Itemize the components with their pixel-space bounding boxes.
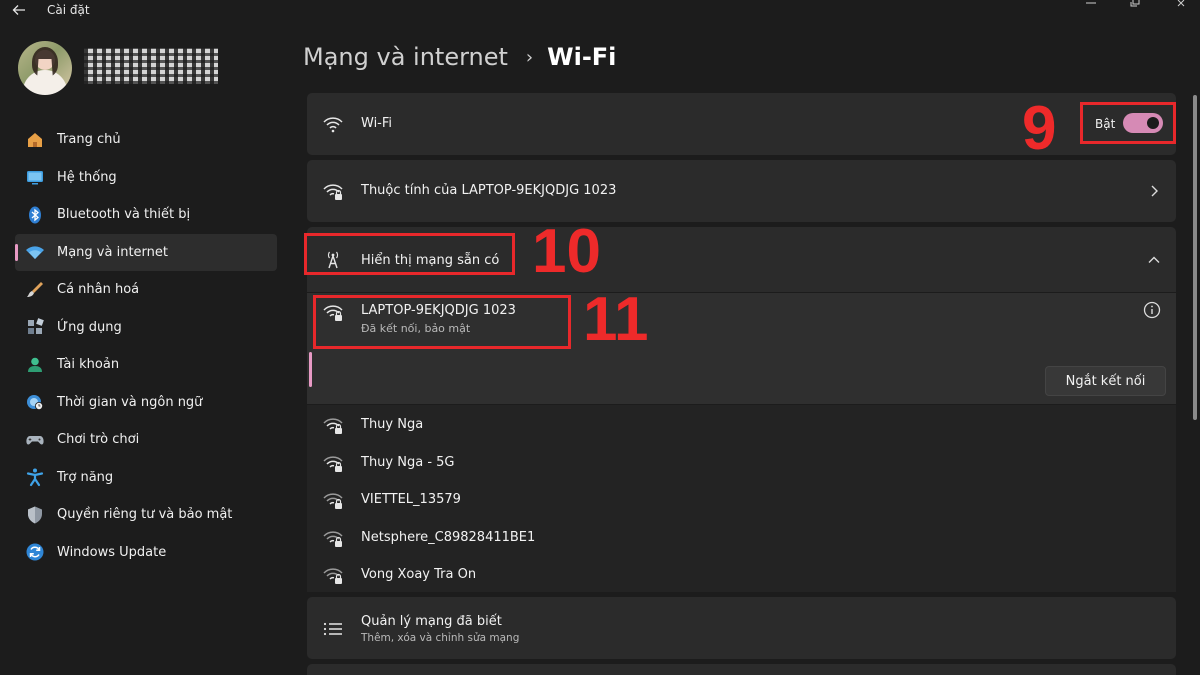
sidebar-item-apps[interactable]: Ứng dụng — [15, 309, 277, 347]
sidebar-item-personalization[interactable]: Cá nhân hoá — [15, 271, 277, 309]
sidebar-item-home[interactable]: Trang chủ — [15, 121, 277, 159]
sidebar-item-label: Cá nhân hoá — [57, 282, 140, 298]
sidebar-item-label: Thời gian và ngôn ngữ — [57, 394, 203, 410]
network-list-item[interactable]: Vong Xoay Tra On — [307, 556, 1176, 593]
user-avatar[interactable] — [18, 41, 72, 95]
sidebar-item-time-language[interactable]: Thời gian và ngôn ngữ — [15, 384, 277, 422]
person-icon — [24, 354, 46, 376]
chevron-right-icon — [1151, 185, 1158, 197]
accessibility-icon — [24, 466, 46, 488]
annotation-box-toggle — [1080, 102, 1176, 144]
sidebar-item-windows-update[interactable]: Windows Update — [15, 534, 277, 572]
wifi-secure-icon — [323, 568, 343, 584]
sidebar-nav: Trang chủ Hệ thống Bluetooth và thiết bị… — [15, 121, 277, 571]
wifi-icon — [323, 117, 343, 133]
sidebar-item-gaming[interactable]: Chơi trò chơi — [15, 421, 277, 459]
app-title: Cài đặt — [47, 3, 90, 17]
network-list-item[interactable]: Netsphere_C89828411BE1 — [307, 519, 1176, 556]
sidebar-item-label: Trang chủ — [57, 132, 121, 148]
update-icon — [24, 541, 46, 563]
sidebar-item-label: Hệ thống — [57, 169, 117, 185]
sidebar-item-accessibility[interactable]: Trợ năng — [15, 459, 277, 497]
monitor-icon — [24, 166, 46, 188]
selected-indicator — [309, 352, 312, 387]
title-bar: Cài đặt — [0, 0, 1200, 22]
sidebar-item-label: Bluetooth và thiết bị — [57, 207, 191, 223]
network-list-item[interactable]: VIETTEL_13579 — [307, 481, 1176, 518]
maximize-button[interactable] — [1130, 0, 1150, 10]
known-networks-sublabel: Thêm, xóa và chỉnh sửa mạng — [361, 632, 520, 644]
next-settings-card[interactable] — [307, 664, 1176, 675]
sidebar-item-label: Mạng và internet — [57, 244, 168, 260]
wifi-secure-icon — [323, 418, 343, 434]
sidebar-item-label: Chơi trò chơi — [57, 432, 140, 448]
manage-known-networks-card[interactable]: Quản lý mạng đã biết Thêm, xóa và chỉnh … — [307, 597, 1176, 659]
back-button[interactable] — [12, 0, 32, 20]
wifi-secure-icon — [323, 456, 343, 472]
brush-icon — [24, 279, 46, 301]
annotation-number-available: 10 — [532, 217, 601, 286]
wifi-properties-card[interactable]: Thuộc tính của LAPTOP-9EKJQDJG 1023 — [307, 160, 1176, 222]
sidebar-item-label: Quyền riêng tư và bảo mật — [57, 507, 233, 523]
sidebar-item-accounts[interactable]: Tài khoản — [15, 346, 277, 384]
wifi-secure-icon — [323, 493, 343, 509]
wifi-secure-icon — [323, 184, 343, 200]
close-window-button[interactable] — [1176, 0, 1196, 10]
minimize-icon — [1086, 2, 1096, 4]
network-list-item[interactable]: Thuy Nga — [307, 406, 1176, 443]
sidebar-item-privacy[interactable]: Quyền riêng tư và bảo mật — [15, 496, 277, 534]
wifi-label: Wi-Fi — [361, 116, 393, 131]
gamepad-icon — [24, 429, 46, 451]
page-title: Wi-Fi — [547, 43, 617, 71]
sidebar-item-label: Ứng dụng — [57, 319, 122, 335]
globe-clock-icon — [24, 391, 46, 413]
annotation-number-connected: 11 — [583, 285, 649, 354]
scrollbar[interactable] — [1193, 95, 1197, 420]
properties-label: Thuộc tính của LAPTOP-9EKJQDJG 1023 — [361, 183, 617, 198]
breadcrumb-parent-link[interactable]: Mạng và internet — [303, 43, 508, 71]
annotation-box-available — [304, 233, 515, 275]
breadcrumb: Mạng và internet › Wi-Fi — [303, 40, 616, 74]
arrow-left-icon — [12, 5, 25, 15]
sidebar-item-bluetooth[interactable]: Bluetooth và thiết bị — [15, 196, 277, 234]
network-name: Thuy Nga — [361, 417, 424, 432]
chevron-up-icon — [1148, 256, 1160, 263]
apps-icon — [24, 316, 46, 338]
shield-icon — [24, 504, 46, 526]
close-icon — [1177, 0, 1185, 7]
wifi-icon — [24, 241, 46, 263]
disconnect-button[interactable]: Ngắt kết nối — [1045, 366, 1166, 396]
breadcrumb-separator: › — [525, 46, 534, 68]
user-name-redacted — [84, 48, 218, 84]
annotation-box-connected — [313, 295, 571, 349]
sidebar-item-network[interactable]: Mạng và internet — [15, 233, 277, 271]
annotation-number-toggle: 9 — [1022, 94, 1057, 163]
sidebar-item-label: Windows Update — [57, 544, 167, 560]
info-icon[interactable] — [1143, 301, 1161, 319]
known-networks-label: Quản lý mạng đã biết — [361, 614, 502, 629]
wifi-secure-icon — [323, 531, 343, 547]
network-name: Vong Xoay Tra On — [361, 567, 477, 582]
restore-icon — [1130, 0, 1140, 7]
sidebar-item-system[interactable]: Hệ thống — [15, 159, 277, 197]
sidebar-item-label: Trợ năng — [57, 469, 114, 485]
network-name: Thuy Nga - 5G — [361, 454, 455, 470]
network-name: Netsphere_C89828411BE1 — [361, 529, 536, 545]
network-list-item[interactable]: Thuy Nga - 5G — [307, 444, 1176, 481]
bluetooth-icon — [24, 204, 46, 226]
network-list: Thuy Nga Thuy Nga - 5G VIETTEL_13579 Net… — [307, 405, 1176, 592]
network-name: VIETTEL_13579 — [361, 492, 461, 507]
sidebar-item-label: Tài khoản — [57, 357, 120, 373]
minimize-button[interactable] — [1084, 0, 1104, 10]
list-icon — [323, 622, 342, 636]
home-icon — [24, 129, 46, 151]
